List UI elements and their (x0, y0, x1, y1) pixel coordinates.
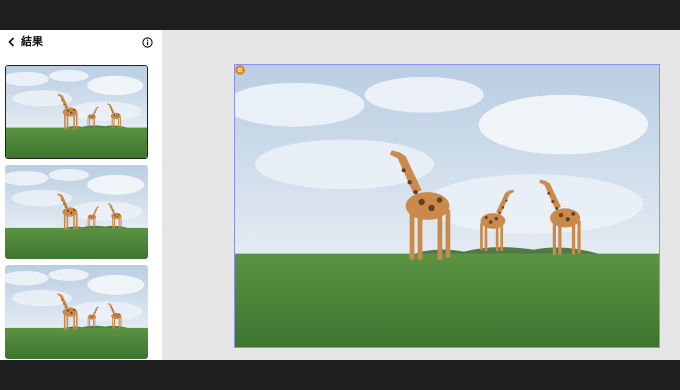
info-button[interactable] (141, 36, 153, 48)
orange-marker-icon[interactable] (235, 65, 245, 75)
main-result-image[interactable] (234, 64, 660, 348)
giraffes-image (6, 66, 147, 158)
chevron-left-icon (7, 37, 14, 47)
sidebar-title: 結果 (21, 35, 43, 48)
back-button[interactable] (4, 34, 18, 50)
giraffes-image (5, 265, 148, 359)
sidebar-header: 結果 (0, 30, 162, 56)
result-thumbnail-3[interactable] (5, 265, 148, 359)
result-thumbnail-1[interactable] (5, 65, 148, 159)
top-bar (0, 0, 680, 30)
result-thumbnail-2[interactable] (5, 165, 148, 259)
bottom-bar (0, 360, 680, 390)
info-circle-icon (141, 36, 153, 48)
giraffes-image (235, 65, 659, 347)
results-sidebar: 結果 (0, 30, 162, 360)
giraffes-image (5, 165, 148, 259)
marker-glyph-icon (237, 67, 243, 73)
